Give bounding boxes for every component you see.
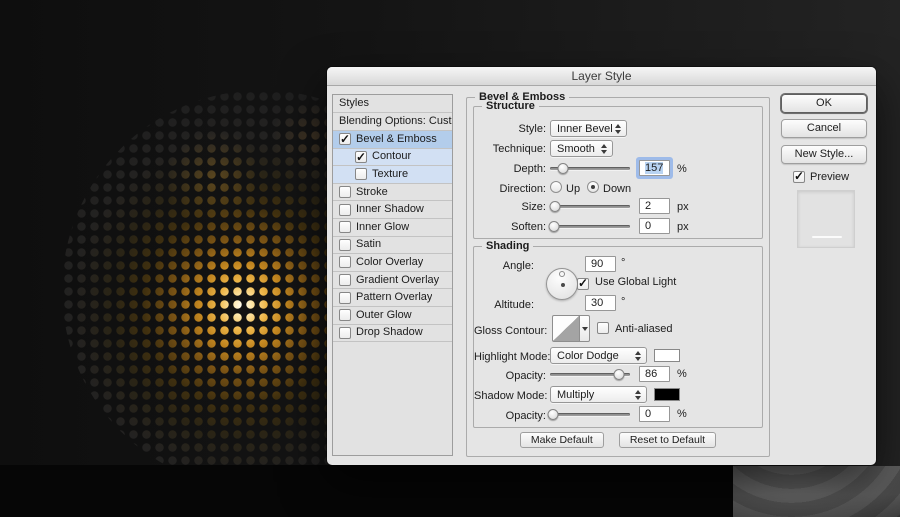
sidebar-item-contour[interactable]: Contour <box>333 148 452 167</box>
cancel-button[interactable]: Cancel <box>781 119 867 138</box>
stepper-icon <box>632 350 644 361</box>
direction-up-radio[interactable] <box>550 181 562 193</box>
photo-speaker-rim <box>733 466 900 517</box>
soften-slider-thumb[interactable] <box>548 221 560 232</box>
highlight-opacity-slider[interactable] <box>550 369 630 380</box>
checkbox-bevel-emboss[interactable] <box>339 131 351 148</box>
shadow-opacity-input[interactable]: 0 <box>639 406 670 422</box>
angle-input[interactable]: 90 <box>585 256 616 272</box>
checkbox-texture[interactable] <box>355 168 367 181</box>
styles-sidebar: Styles Blending Options: Custom Bevel & … <box>332 94 453 456</box>
ok-button[interactable]: OK <box>781 94 867 113</box>
anti-aliased-checkbox[interactable] <box>597 322 609 334</box>
dialog-title: Layer Style <box>571 69 632 83</box>
checkbox-inner-shadow[interactable] <box>339 203 351 216</box>
technique-select[interactable]: Smooth <box>550 140 613 157</box>
size-input[interactable]: 2 <box>639 198 670 214</box>
sidebar-item-inner-glow[interactable]: Inner Glow <box>333 219 452 237</box>
angle-dial[interactable] <box>546 268 578 300</box>
size-row: Size: 2 px <box>521 198 689 214</box>
sidebar-item-texture[interactable]: Texture <box>333 166 452 184</box>
highlight-mode-select[interactable]: Color Dodge <box>550 347 647 364</box>
size-slider[interactable] <box>549 201 630 212</box>
preview-checkbox[interactable] <box>793 169 805 183</box>
defaults-button-row: Make Default Reset to Default <box>467 432 769 448</box>
sidebar-item-bevel-emboss[interactable]: Bevel & Emboss <box>333 131 452 149</box>
shading-group: Shading Angle: 90 ° Use Global Light Alt… <box>473 240 763 428</box>
sidebar-item-inner-shadow[interactable]: Inner Shadow <box>333 201 452 219</box>
size-slider-thumb[interactable] <box>549 201 561 212</box>
photo-dark-area <box>0 465 733 517</box>
make-default-button[interactable]: Make Default <box>519 432 604 448</box>
sidebar-item-pattern-overlay[interactable]: Pattern Overlay <box>333 289 452 307</box>
style-select[interactable]: Inner Bevel <box>550 120 627 137</box>
depth-slider[interactable] <box>550 163 630 174</box>
dial-angle-marker <box>559 271 565 277</box>
checkbox-inner-glow[interactable] <box>339 221 351 234</box>
highlight-opacity-thumb[interactable] <box>613 369 625 380</box>
shadow-color-swatch[interactable] <box>654 388 680 401</box>
checkbox-gradient-overlay[interactable] <box>339 274 351 287</box>
technique-row: Technique: Smooth <box>474 140 762 157</box>
shadow-opacity-thumb[interactable] <box>547 409 559 420</box>
sidebar-header-styles[interactable]: Styles <box>333 95 452 113</box>
checkbox-contour[interactable] <box>355 149 367 166</box>
bevel-emboss-panel: Bevel & Emboss Structure Style: Inner Be… <box>466 91 770 457</box>
altitude-input[interactable]: 30 <box>585 295 616 311</box>
shading-legend: Shading <box>482 240 534 252</box>
sidebar-item-stroke[interactable]: Stroke <box>333 184 452 202</box>
shadow-mode-select[interactable]: Multiply <box>550 386 647 403</box>
sidebar-item-outer-glow[interactable]: Outer Glow <box>333 307 452 325</box>
chevron-down-icon <box>581 326 588 331</box>
checkbox-satin[interactable] <box>339 238 351 251</box>
depth-input[interactable]: 157 <box>639 160 670 176</box>
preview-content-line <box>812 236 842 238</box>
preview-row: Preview <box>793 169 850 183</box>
direction-row: Direction: Up Down <box>499 181 632 195</box>
stepper-icon <box>632 389 644 400</box>
soften-row: Soften: 0 px <box>511 218 689 234</box>
style-row: Style: Inner Bevel <box>474 120 762 137</box>
new-style-button[interactable]: New Style... <box>781 145 867 164</box>
sidebar-item-satin[interactable]: Satin <box>333 237 452 255</box>
checkbox-drop-shadow[interactable] <box>339 326 351 339</box>
checkbox-stroke[interactable] <box>339 186 351 199</box>
soften-input[interactable]: 0 <box>639 218 670 234</box>
stepper-icon <box>612 123 624 134</box>
sidebar-item-gradient-overlay[interactable]: Gradient Overlay <box>333 272 452 290</box>
checkbox-outer-glow[interactable] <box>339 309 351 322</box>
dial-center-dot <box>561 283 565 287</box>
sidebar-item-drop-shadow[interactable]: Drop Shadow <box>333 325 452 343</box>
gloss-contour-arrow[interactable] <box>580 315 590 342</box>
dialog-titlebar[interactable]: Layer Style <box>327 67 876 86</box>
preview-label: Preview <box>810 171 850 183</box>
checkbox-color-overlay[interactable] <box>339 256 351 269</box>
shadow-opacity-slider[interactable] <box>547 409 630 420</box>
depth-row: Depth: 157 % <box>513 160 687 176</box>
use-global-light-checkbox[interactable] <box>577 276 589 290</box>
depth-slider-thumb[interactable] <box>557 163 569 174</box>
structure-group: Structure Style: Inner Bevel Technique: … <box>473 100 763 239</box>
structure-legend: Structure <box>482 100 539 112</box>
layer-style-dialog: Layer Style Styles Blending Options: Cus… <box>327 67 876 465</box>
sidebar-item-color-overlay[interactable]: Color Overlay <box>333 254 452 272</box>
checkbox-pattern-overlay[interactable] <box>339 291 351 304</box>
sidebar-item-blending-options[interactable]: Blending Options: Custom <box>333 113 452 131</box>
highlight-opacity-input[interactable]: 86 <box>639 366 670 382</box>
gloss-contour-thumbnail[interactable] <box>552 315 580 342</box>
soften-slider[interactable] <box>548 221 630 232</box>
reset-to-default-button[interactable]: Reset to Default <box>618 432 717 448</box>
direction-down-radio[interactable] <box>587 181 599 193</box>
stepper-icon <box>598 143 610 154</box>
highlight-color-swatch[interactable] <box>654 349 680 362</box>
preview-thumbnail <box>797 190 855 248</box>
